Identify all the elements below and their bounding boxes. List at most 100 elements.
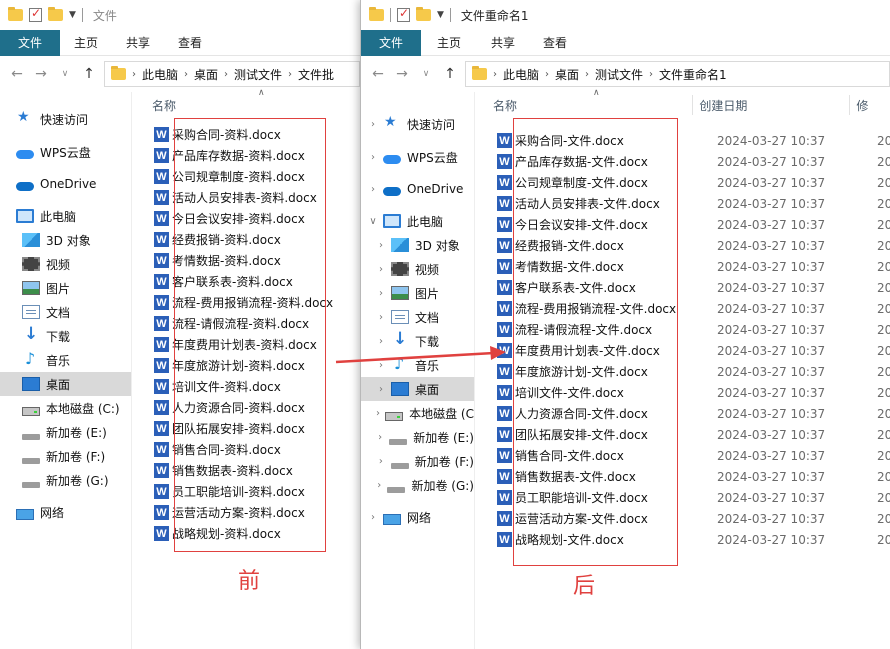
sidebar-item-network[interactable]: › 网络 [361,505,474,529]
properties-icon[interactable] [397,6,410,22]
file-row[interactable]: W经费报销-文件.docx 2024-03-27 10:37 20 [475,235,890,256]
file-row[interactable]: W考情数据-文件.docx 2024-03-27 10:37 20 [475,256,890,277]
chevron-right-icon[interactable]: › [375,360,387,371]
sidebar-item-3d-objects[interactable]: › 3D 对象 [361,233,474,257]
sidebar-item-desktop[interactable]: › 桌面 [361,377,474,401]
chevron-down-icon[interactable]: ∨ [367,216,379,227]
chevron-right-icon[interactable]: › [375,384,387,395]
up-icon[interactable]: ↑ [80,66,98,82]
chevron-right-icon[interactable]: › [375,336,387,347]
file-row[interactable]: W 经费报销-资料.docx [132,229,360,250]
chevron-right-icon[interactable]: › [367,184,379,195]
recent-dropdown-icon[interactable]: ∨ [417,69,435,79]
tab-home[interactable]: 主页 [421,30,477,56]
file-row[interactable]: W 产品库存数据-资料.docx [132,145,360,166]
column-created[interactable]: 创建日期 [693,92,849,118]
sidebar-item-wps-cloud[interactable]: › WPS云盘 [361,145,474,169]
breadcrumb-item[interactable]: 此电脑 [503,66,539,83]
sidebar-item-downloads[interactable]: 下载 [0,324,131,348]
breadcrumb-item[interactable]: 此电脑 [142,66,178,83]
sidebar-item-volume-g[interactable]: › 新加卷 (G:) [361,473,474,497]
file-row[interactable]: W 人力资源合同-资料.docx [132,397,360,418]
chevron-down-icon[interactable]: ▼ [437,10,444,20]
sidebar-item-pictures[interactable]: 图片 [0,276,131,300]
file-row[interactable]: W员工职能培训-文件.docx 2024-03-27 10:37 20 [475,487,890,508]
file-row[interactable]: W流程-请假流程-文件.docx 2024-03-27 10:37 20 [475,319,890,340]
file-row[interactable]: W 运营活动方案-资料.docx [132,502,360,523]
sidebar-item-videos[interactable]: › 视频 [361,257,474,281]
file-row[interactable]: W战略规划-文件.docx 2024-03-27 10:37 20 [475,529,890,550]
chevron-right-icon[interactable]: › [367,152,379,163]
file-row[interactable]: W 考情数据-资料.docx [132,250,360,271]
breadcrumb[interactable]: › 此电脑 › 桌面 › 测试文件 › 文件批 [104,61,360,87]
sidebar-item-3d-objects[interactable]: 3D 对象 [0,228,131,252]
file-row[interactable]: W年度旅游计划-文件.docx 2024-03-27 10:37 20 [475,361,890,382]
sidebar-item-desktop[interactable]: 桌面 [0,372,131,396]
chevron-down-icon[interactable]: ▼ [69,10,76,20]
file-row[interactable]: W 客户联系表-资料.docx [132,271,360,292]
chevron-right-icon[interactable]: › [375,264,387,275]
file-row[interactable]: W运营活动方案-文件.docx 2024-03-27 10:37 20 [475,508,890,529]
column-name[interactable]: ∧ 名称 [475,88,692,118]
sidebar-item-videos[interactable]: 视频 [0,252,131,276]
sidebar-item-this-pc[interactable]: ∨ 此电脑 [361,209,474,233]
sidebar-item-downloads[interactable]: › 下载 [361,329,474,353]
file-row[interactable]: W客户联系表-文件.docx 2024-03-27 10:37 20 [475,277,890,298]
sidebar-item-onedrive[interactable]: OneDrive [0,172,131,196]
column-modified[interactable]: 修 [850,92,890,118]
breadcrumb-item[interactable]: 测试文件 [234,66,282,83]
breadcrumb-item[interactable]: 桌面 [555,66,579,83]
sidebar-item-documents[interactable]: › 文档 [361,305,474,329]
file-row[interactable]: W 员工职能培训-资料.docx [132,481,360,502]
sidebar-item-volume-e[interactable]: › 新加卷 (E:) [361,425,474,449]
chevron-right-icon[interactable]: › [367,119,379,130]
tab-file[interactable]: 文件 [361,29,422,56]
file-row[interactable]: W活动人员安排表-文件.docx 2024-03-27 10:37 20 [475,193,890,214]
sidebar-item-onedrive[interactable]: › OneDrive [361,177,474,201]
file-row[interactable]: W 培训文件-资料.docx [132,376,360,397]
file-row[interactable]: W 流程-请假流程-资料.docx [132,313,360,334]
file-row[interactable]: W 采购合同-资料.docx [132,124,360,145]
breadcrumb-item[interactable]: 桌面 [194,66,218,83]
column-name[interactable]: ∧ 名称 [132,88,332,118]
file-row[interactable]: W产品库存数据-文件.docx 2024-03-27 10:37 20 [475,151,890,172]
tab-file[interactable]: 文件 [0,29,61,56]
tab-home[interactable]: 主页 [60,30,112,56]
sidebar-item-network[interactable]: 网络 [0,500,131,524]
file-row[interactable]: W 团队拓展安排-资料.docx [132,418,360,439]
file-row[interactable]: W年度费用计划表-文件.docx 2024-03-27 10:37 20 [475,340,890,361]
chevron-right-icon[interactable]: › [375,456,387,467]
file-row[interactable]: W今日会议安排-文件.docx 2024-03-27 10:37 20 [475,214,890,235]
sidebar-item-quick-access[interactable]: 快速访问 [0,107,131,131]
file-row[interactable]: W 公司规章制度-资料.docx [132,166,360,187]
tab-view[interactable]: 查看 [529,30,581,56]
chevron-right-icon[interactable]: › [375,312,387,323]
file-row[interactable]: W销售数据表-文件.docx 2024-03-27 10:37 20 [475,466,890,487]
tab-view[interactable]: 查看 [164,30,216,56]
file-row[interactable]: W公司规章制度-文件.docx 2024-03-27 10:37 20 [475,172,890,193]
file-row[interactable]: W 年度费用计划表-资料.docx [132,334,360,355]
up-icon[interactable]: ↑ [441,66,459,82]
file-row[interactable]: W 年度旅游计划-资料.docx [132,355,360,376]
sidebar-item-volume-g[interactable]: 新加卷 (G:) [0,468,131,492]
file-row[interactable]: W 销售合同-资料.docx [132,439,360,460]
file-row[interactable]: W 活动人员安排表-资料.docx [132,187,360,208]
properties-icon[interactable] [29,6,42,22]
file-row[interactable]: W团队拓展安排-文件.docx 2024-03-27 10:37 20 [475,424,890,445]
forward-icon[interactable]: → [393,66,411,82]
chevron-right-icon[interactable]: › [367,512,379,523]
back-icon[interactable]: ← [8,66,26,82]
new-folder-icon[interactable] [416,7,431,21]
breadcrumb-item[interactable]: 文件批 [298,66,334,83]
sidebar-item-this-pc[interactable]: 此电脑 [0,204,131,228]
back-icon[interactable]: ← [369,66,387,82]
chevron-right-icon[interactable]: › [375,408,381,419]
chevron-right-icon[interactable]: › [375,240,387,251]
file-row[interactable]: W培训文件-文件.docx 2024-03-27 10:37 20 [475,382,890,403]
chevron-right-icon[interactable]: › [375,288,387,299]
breadcrumb[interactable]: › 此电脑 › 桌面 › 测试文件 › 文件重命名1 [465,61,890,87]
forward-icon[interactable]: → [32,66,50,82]
sidebar-item-wps-cloud[interactable]: WPS云盘 [0,140,131,164]
file-row[interactable]: W销售合同-文件.docx 2024-03-27 10:37 20 [475,445,890,466]
sidebar-item-documents[interactable]: 文档 [0,300,131,324]
